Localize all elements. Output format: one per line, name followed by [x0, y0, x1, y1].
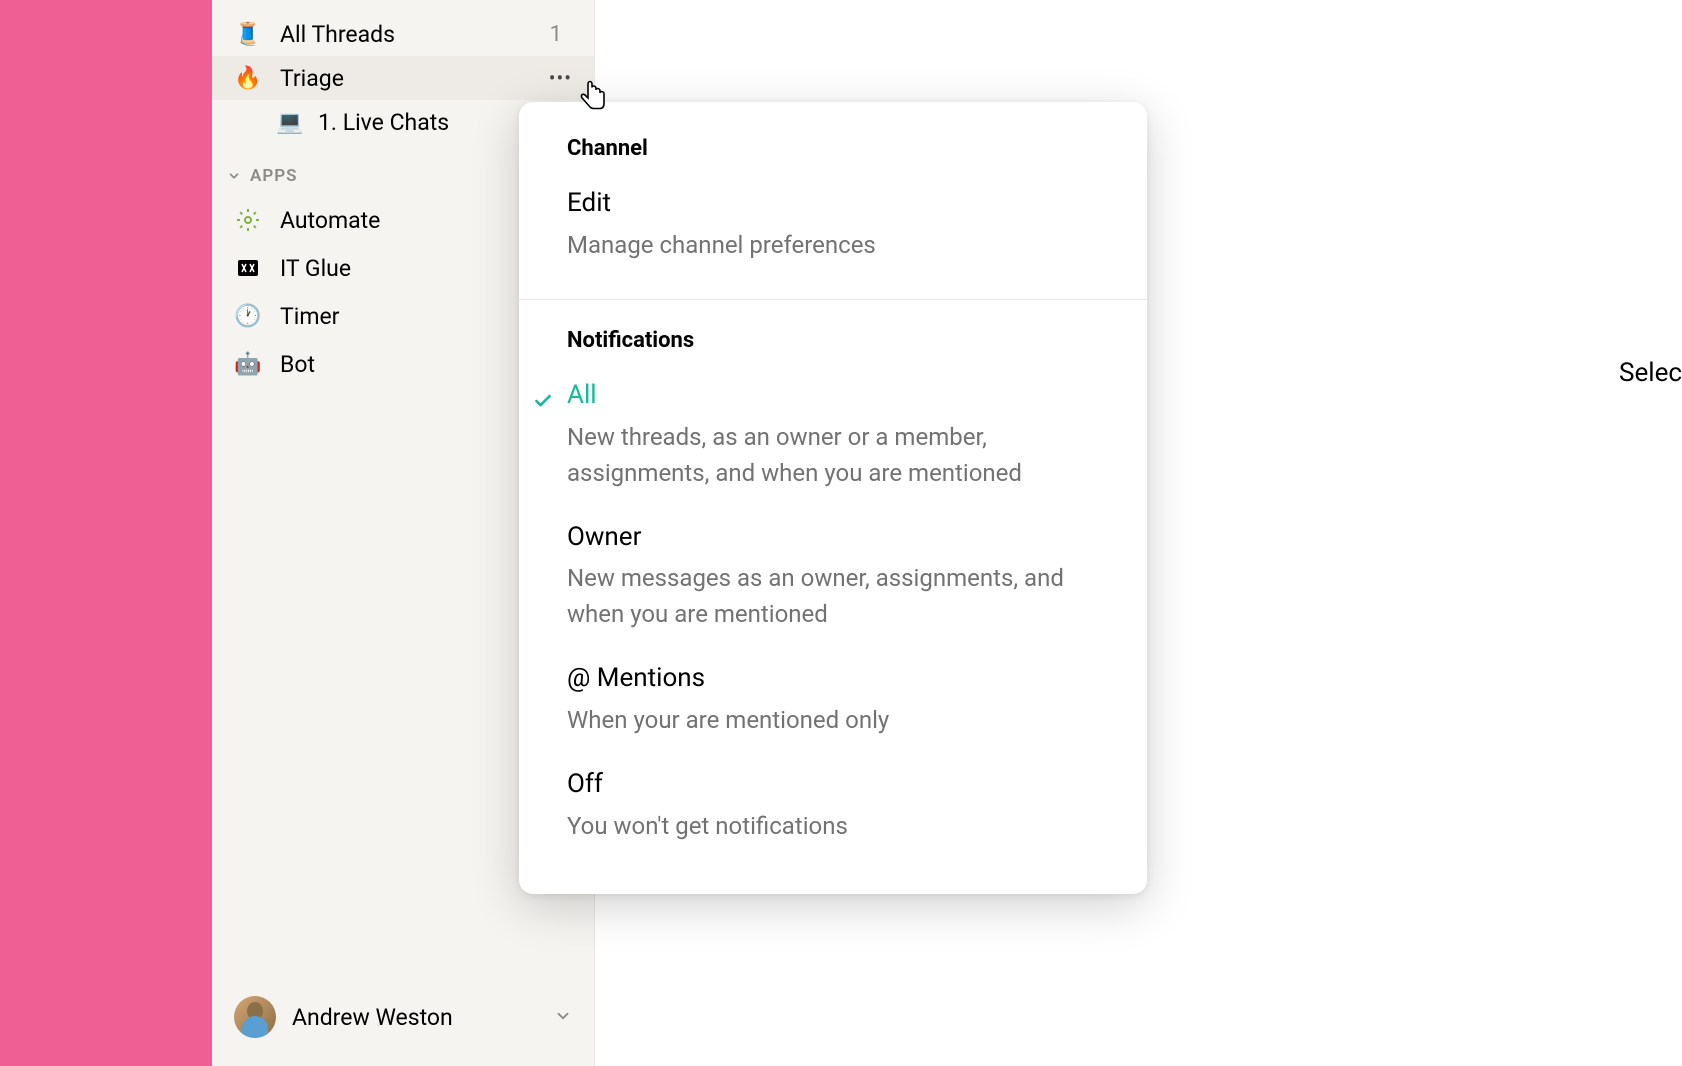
popover-item-desc: Manage channel preferences [567, 227, 1099, 263]
popover-item-edit[interactable]: Edit Manage channel preferences [519, 177, 1147, 283]
main-hint-text: Selec [1619, 358, 1682, 388]
sidebar-item-label: All Threads [280, 21, 550, 48]
apps-section-label: APPS [250, 166, 298, 186]
sidebar-item-label: Triage [280, 65, 549, 92]
app-item-label: IT Glue [280, 255, 351, 282]
user-name: Andrew Weston [292, 1004, 554, 1031]
brand-strip [0, 0, 212, 1066]
itglue-icon [234, 254, 262, 282]
avatar [234, 996, 276, 1038]
thread-icon: 🧵 [234, 20, 262, 48]
robot-icon: 🤖 [234, 350, 262, 378]
popover-item-desc: New messages as an owner, assignments, a… [567, 560, 1099, 632]
sidebar-item-count: 1 [550, 22, 562, 47]
chevron-down-icon [554, 1004, 572, 1031]
popover-item-notifications-all[interactable]: All New threads, as an owner or a member… [519, 369, 1147, 511]
channel-menu-popover: Channel Edit Manage channel preferences … [519, 102, 1147, 894]
sidebar-item-all-threads[interactable]: 🧵 All Threads 1 [212, 12, 594, 56]
laptop-icon: 💻 [276, 108, 304, 136]
sidebar-item-triage[interactable]: 🔥 Triage ••• [212, 56, 594, 100]
popover-item-title: All [567, 379, 1099, 413]
automate-icon [234, 206, 262, 234]
user-menu[interactable]: Andrew Weston [212, 978, 594, 1066]
divider [519, 299, 1147, 300]
popover-item-desc: You won't get notifications [567, 808, 1099, 844]
check-icon [533, 391, 553, 415]
popover-item-notifications-off[interactable]: Off You won't get notifications [519, 758, 1147, 864]
popover-item-notifications-owner[interactable]: Owner New messages as an owner, assignme… [519, 511, 1147, 653]
popover-notifications-header: Notifications [519, 328, 1147, 369]
popover-item-title: Owner [567, 521, 1099, 555]
popover-item-desc: When your are mentioned only [567, 702, 1099, 738]
clock-icon: 🕐 [234, 302, 262, 330]
popover-item-title: @ Mentions [567, 662, 1099, 696]
chevron-down-icon [226, 168, 242, 184]
more-icon[interactable]: ••• [549, 66, 572, 90]
popover-item-desc: New threads, as an owner or a member, as… [567, 419, 1099, 491]
app-item-label: Bot [280, 351, 315, 378]
popover-item-title: Edit [567, 187, 1099, 221]
fire-icon: 🔥 [234, 64, 262, 92]
popover-item-notifications-mentions[interactable]: @ Mentions When your are mentioned only [519, 652, 1147, 758]
popover-item-title: Off [567, 768, 1099, 802]
popover-channel-header: Channel [519, 136, 1147, 177]
app-item-label: Timer [280, 303, 339, 330]
app-item-label: Automate [280, 207, 380, 234]
